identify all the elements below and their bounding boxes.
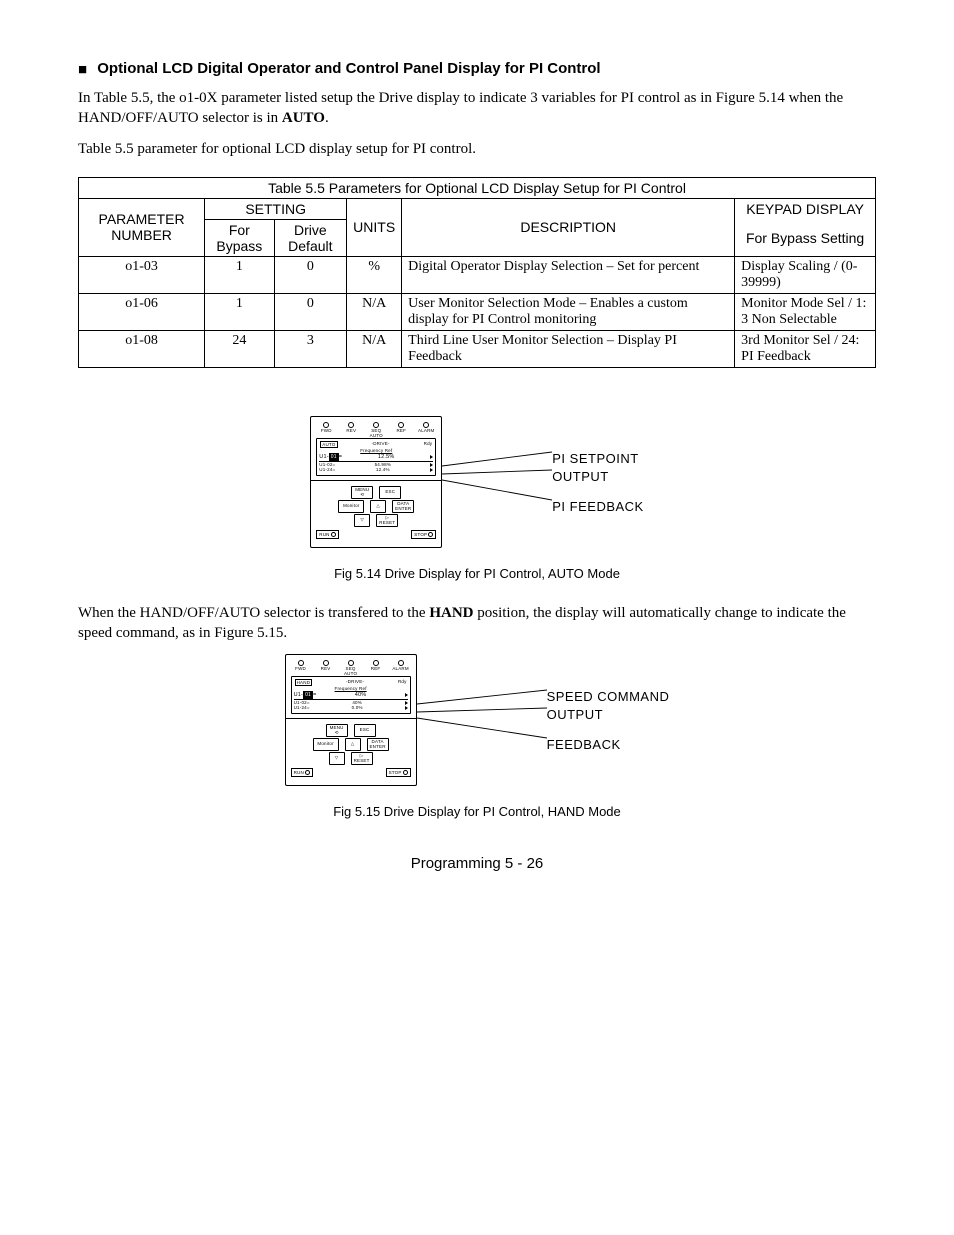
monitor-button[interactable]: Monitor — [338, 500, 364, 513]
th-description: DESCRIPTION — [402, 198, 735, 256]
th-units: UNITS — [347, 198, 402, 256]
up-button[interactable]: △ — [370, 500, 386, 513]
figure-5-15: FWD REV SEQ REF ALARM AUTO HAND -DRIVE- … — [78, 654, 876, 786]
data-enter-button[interactable]: DATAENTER — [367, 738, 389, 751]
indicator-arrow-icon — [430, 463, 433, 467]
led-alarm: ALARM — [392, 660, 410, 672]
th-keypad-display: KEYPAD DISPLAY — [735, 198, 876, 219]
callout-feedback: PI FEEDBACK — [552, 498, 643, 516]
th-setting: SETTING — [205, 198, 347, 219]
lcd-screen: HAND -DRIVE- Rdy Frequency Ref U1-01= 40… — [291, 676, 411, 714]
callout-labels: PI SETPOINT OUTPUT PI FEEDBACK — [552, 416, 643, 516]
callout-output: OUTPUT — [547, 706, 670, 724]
monitor-button[interactable]: Monitor — [313, 738, 339, 751]
indicator-arrow-icon — [405, 706, 408, 710]
lcd-screen: AUTO -DRIVE- Rdy Frequency Ref U1-01= 12… — [316, 438, 436, 476]
intro-paragraph-1: In Table 5.5, the o1-0X parameter listed… — [78, 88, 876, 129]
callout-setpoint: PI SETPOINT — [552, 450, 643, 468]
figure-5-14: FWD REV SEQ REF ALARM AUTO AUTO -DRIVE- … — [78, 416, 876, 548]
led-rev: REV — [342, 422, 360, 434]
reset-button[interactable]: ▷RESET — [351, 752, 373, 765]
led-alarm: ALARM — [417, 422, 435, 434]
led-ref: REF — [367, 660, 385, 672]
callout-feedback: FEEDBACK — [547, 736, 670, 754]
callout-labels: SPEED COMMAND OUTPUT FEEDBACK — [547, 654, 670, 754]
callout-leader-lines — [442, 444, 552, 544]
up-button[interactable]: △ — [345, 738, 361, 751]
mid-paragraph: When the HAND/OFF/AUTO selector is trans… — [78, 603, 876, 644]
page-footer: Programming 5 - 26 — [78, 855, 876, 872]
callout-speed-command: SPEED COMMAND — [547, 688, 670, 706]
th-param: PARAMETER NUMBER — [79, 198, 205, 256]
parameter-table: Table 5.5 Parameters for Optional LCD Di… — [78, 177, 876, 368]
down-button[interactable]: ▽ — [329, 752, 345, 765]
bullet-icon: ■ — [78, 61, 87, 78]
section-title: Optional LCD Digital Operator and Contro… — [97, 60, 600, 77]
led-rev: REV — [317, 660, 335, 672]
table-row: o1-08 24 3 N/A Third Line User Monitor S… — [79, 330, 876, 367]
table-row: o1-06 1 0 N/A User Monitor Selection Mod… — [79, 293, 876, 330]
table-caption: Table 5.5 Parameters for Optional LCD Di… — [79, 177, 876, 198]
th-drive-default: Drive Default — [274, 219, 347, 256]
intro-paragraph-2: Table 5.5 parameter for optional LCD dis… — [78, 139, 876, 159]
esc-button[interactable]: ESC — [379, 486, 401, 499]
run-button[interactable]: RUN — [291, 768, 313, 777]
led-fwd: FWD — [317, 422, 335, 434]
th-for-bypass-setting: For Bypass Setting — [735, 219, 876, 256]
esc-button[interactable]: ESC — [354, 724, 376, 737]
indicator-arrow-icon — [405, 701, 408, 705]
figure-caption-2: Fig 5.15 Drive Display for PI Control, H… — [78, 804, 876, 819]
th-for-bypass: For Bypass — [205, 219, 274, 256]
table-row: o1-03 1 0 % Digital Operator Display Sel… — [79, 256, 876, 293]
callout-leader-lines — [417, 682, 547, 782]
stop-button[interactable]: STOP — [386, 768, 411, 777]
keypad-device: FWD REV SEQ REF ALARM AUTO HAND -DRIVE- … — [285, 654, 417, 786]
indicator-arrow-icon — [405, 693, 408, 697]
figure-caption-1: Fig 5.14 Drive Display for PI Control, A… — [78, 566, 876, 581]
section-heading: ■ Optional LCD Digital Operator and Cont… — [78, 60, 876, 78]
led-seq: SEQ — [342, 660, 360, 672]
indicator-arrow-icon — [430, 468, 433, 472]
down-button[interactable]: ▽ — [354, 514, 370, 527]
keypad-device: FWD REV SEQ REF ALARM AUTO AUTO -DRIVE- … — [310, 416, 442, 548]
menu-button[interactable]: MENU⟲ — [326, 724, 348, 737]
stop-button[interactable]: STOP — [411, 530, 436, 539]
reset-button[interactable]: ▷RESET — [376, 514, 398, 527]
led-fwd: FWD — [292, 660, 310, 672]
indicator-arrow-icon — [430, 455, 433, 459]
data-enter-button[interactable]: DATAENTER — [392, 500, 414, 513]
led-ref: REF — [392, 422, 410, 434]
run-button[interactable]: RUN — [316, 530, 338, 539]
callout-output: OUTPUT — [552, 468, 643, 486]
menu-button[interactable]: MENU⟲ — [351, 486, 373, 499]
